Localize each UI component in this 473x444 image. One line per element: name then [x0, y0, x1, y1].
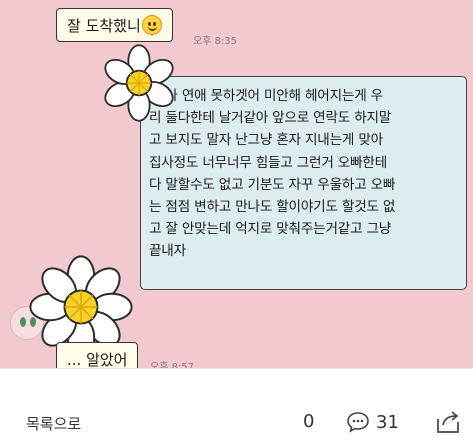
chat-screenshot: 잘 도착했니 오후 8:35 나 나 연애 못하겟어 미안해 헤어지는게 우 리…	[0, 0, 473, 368]
message-bubble-bottom: ... 알았어	[56, 342, 139, 368]
post-footer-bar: 목록으로 0 31	[0, 368, 473, 444]
comment-count: 31	[376, 411, 399, 433]
message-line: 리 둘다한테 날거같아 앞으로 연락도 하지말	[149, 110, 392, 127]
message-line: 집사정도 너무너무 힘들고 그런거 오빠한테	[149, 154, 387, 171]
message-line: 끝내자	[149, 243, 186, 260]
smiley-face-icon	[141, 15, 162, 35]
message-text: ... 알았어	[67, 351, 128, 368]
speech-bubble-icon	[347, 412, 369, 433]
message-text: 잘 도착했니	[67, 17, 141, 35]
message-bubble-main: 나 나 연애 못하겟어 미안해 헤어지는게 우 리 둘다한테 날거같아 앞으로 …	[140, 76, 467, 290]
message-line: 다 말할수도 없고 기분도 자꾸 우울하고 오빠	[149, 176, 396, 193]
message-timestamp: 오후 8:57	[150, 362, 195, 368]
comments-button[interactable]: 31	[346, 409, 399, 435]
message-line: 고 잘 안맞는데 억지로 맞춰주는거같고 그냥	[149, 221, 392, 238]
message-timestamp: 오후 8:35	[193, 36, 238, 47]
share-icon[interactable]	[434, 409, 462, 435]
message-line: 나 나 연애 못하겟어 미안해 헤어지는게 우	[149, 88, 383, 104]
back-to-list-button[interactable]: 목록으로	[26, 413, 81, 434]
message-line: 고 보지도 말자 난그냥 혼자 지내는게 맞아	[149, 132, 383, 149]
like-count: 0	[303, 411, 315, 432]
message-line: 는 점점 변하고 만나도 할이야기도 할것도 없	[149, 199, 396, 216]
message-bubble-top: 잘 도착했니	[56, 8, 173, 42]
daisy-flower-icon	[104, 44, 174, 122]
